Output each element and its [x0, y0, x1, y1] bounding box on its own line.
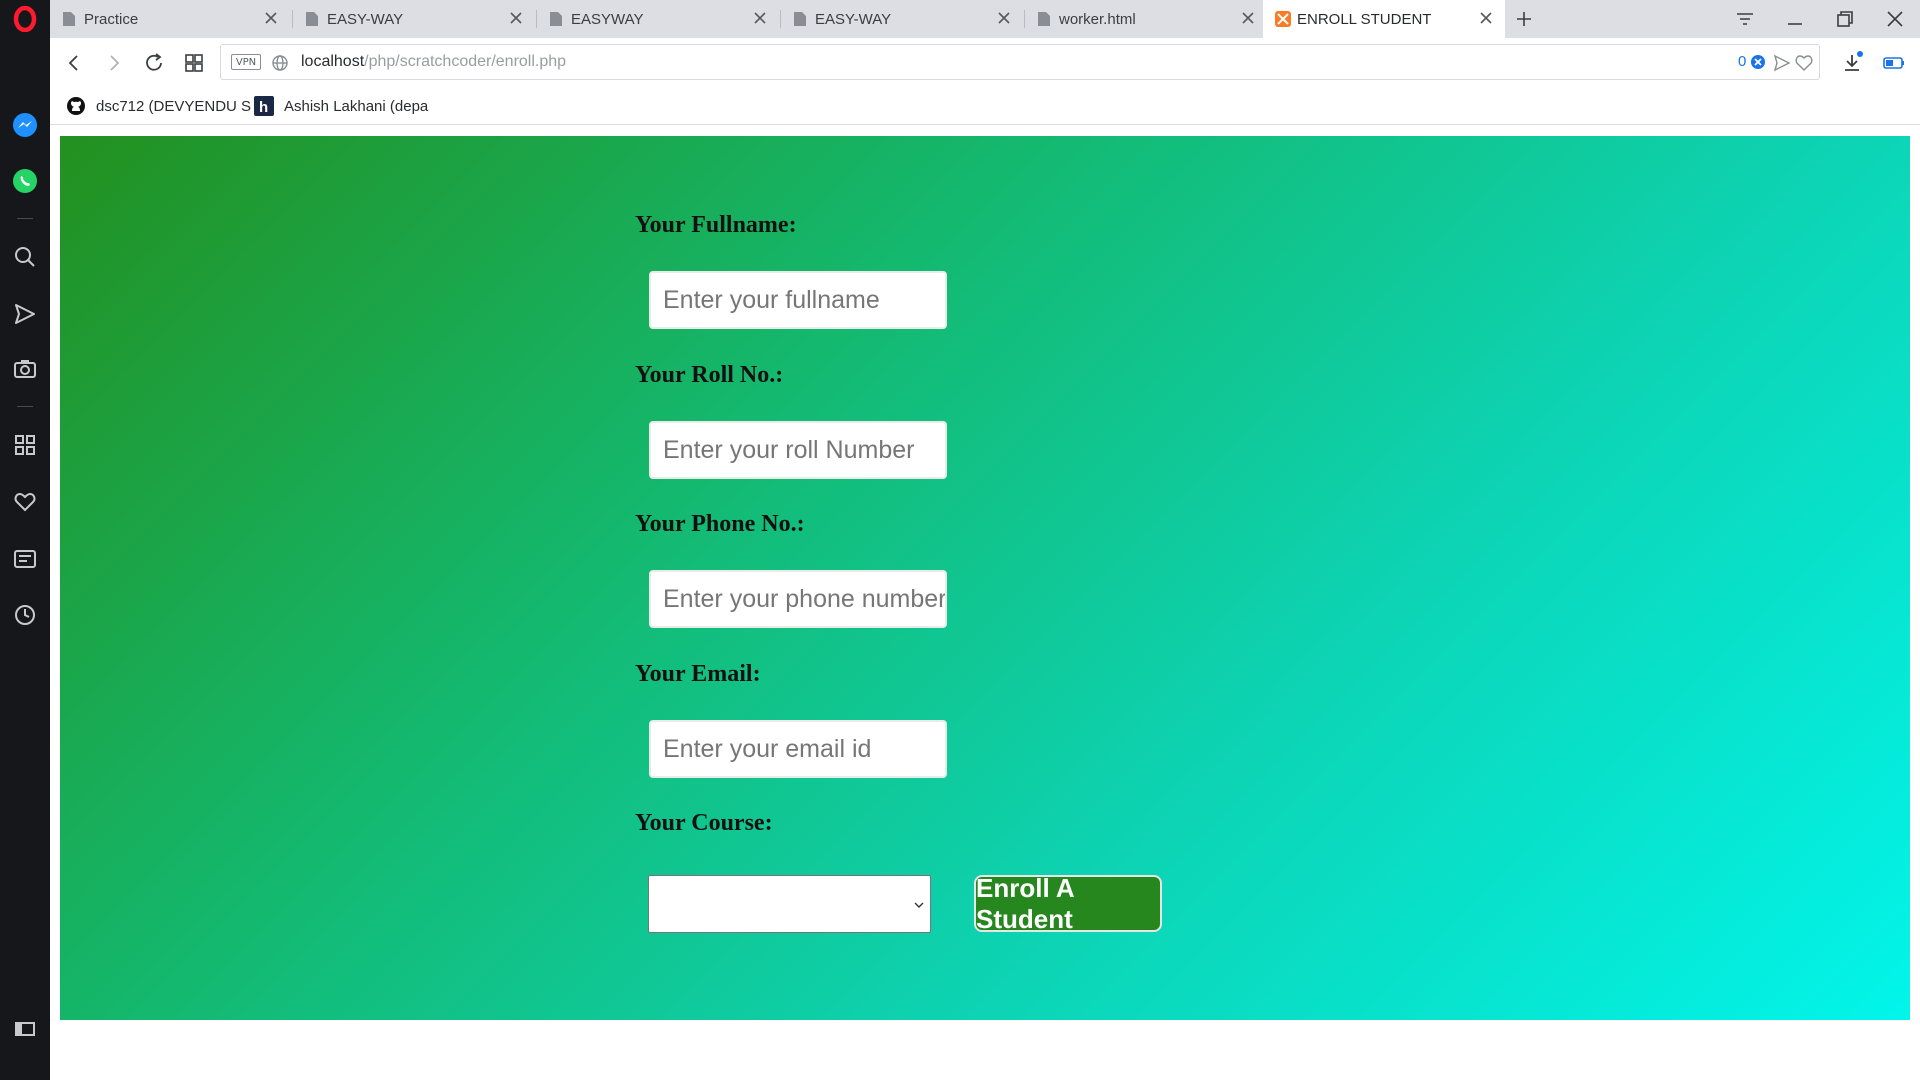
tab-title: EASYWAY	[571, 10, 644, 28]
roll-number-input[interactable]	[649, 421, 947, 479]
tab-title: Practice	[84, 10, 139, 28]
fullname-label: Your Fullname:	[635, 212, 797, 238]
bookmark-hashnode[interactable]: h Ashish Lakhani (depa	[254, 94, 428, 118]
phone-input[interactable]	[649, 570, 947, 628]
tab-menu-icon[interactable]	[1734, 8, 1756, 30]
tab-enroll-student[interactable]: ENROLL STUDENT	[1263, 0, 1505, 38]
tab-title: ENROLL STUDENT	[1297, 10, 1432, 28]
tab-title: EASY-WAY	[815, 10, 892, 28]
back-icon[interactable]	[62, 51, 86, 75]
document-icon	[793, 11, 807, 27]
chevron-down-icon	[912, 898, 926, 912]
bookmark-github[interactable]: dsc712 (DEVYENDU S	[66, 94, 251, 118]
bookmark-heart-icon[interactable]	[1795, 54, 1813, 77]
url-path: /php/scratchcoder/enroll.php	[364, 53, 567, 70]
vpn-badge[interactable]: VPN	[231, 54, 261, 70]
sidebar-toggle-icon[interactable]	[12, 1016, 38, 1042]
close-tab-icon[interactable]	[751, 9, 769, 27]
close-tab-icon[interactable]	[262, 9, 280, 27]
svg-text:h: h	[259, 99, 268, 116]
tab-strip: Practice EASY-WAY EASYWAY EASY-WAY worke…	[50, 0, 1920, 38]
search-icon[interactable]	[12, 244, 38, 270]
hashnode-icon: h	[254, 96, 274, 116]
close-tab-icon[interactable]	[995, 9, 1013, 27]
minimize-icon[interactable]	[1784, 8, 1806, 30]
close-tab-icon[interactable]	[1239, 9, 1257, 27]
document-icon	[62, 11, 76, 27]
enroll-student-button[interactable]: Enroll A Student	[974, 873, 1162, 934]
news-icon[interactable]	[12, 546, 38, 572]
document-icon	[549, 11, 563, 27]
bookmark-label: dsc712 (DEVYENDU S	[96, 97, 252, 115]
tabs-grid-icon[interactable]	[182, 51, 206, 75]
speed-dial-icon[interactable]	[12, 432, 38, 458]
close-tab-icon[interactable]	[1477, 9, 1495, 27]
github-icon	[66, 96, 86, 116]
send-page-icon[interactable]	[1773, 54, 1791, 77]
camera-icon[interactable]	[12, 356, 38, 382]
tab-easy-way-1[interactable]: EASY-WAY	[293, 0, 535, 38]
close-window-icon[interactable]	[1884, 8, 1906, 30]
history-clock-icon[interactable]	[12, 602, 38, 628]
tab-title: worker.html	[1059, 10, 1136, 28]
tab-title: EASY-WAY	[327, 10, 404, 28]
course-select[interactable]	[648, 875, 931, 933]
address-bar[interactable]: VPN localhost/php/scratchcoder/enroll.ph…	[220, 44, 1820, 80]
battery-saver-icon[interactable]	[1882, 51, 1906, 75]
new-tab-icon[interactable]	[1513, 8, 1535, 30]
bookmarks-bar: dsc712 (DEVYENDU S h Ashish Lakhani (dep…	[50, 88, 1920, 125]
tab-easy-way-2[interactable]: EASY-WAY	[781, 0, 1023, 38]
bookmark-label: Ashish Lakhani (depa	[284, 97, 429, 115]
navigation-bar: VPN localhost/php/scratchcoder/enroll.ph…	[50, 38, 1920, 88]
heart-icon[interactable]	[12, 489, 38, 515]
tab-worker-html[interactable]: worker.html	[1025, 0, 1267, 38]
sidebar-separator	[17, 406, 33, 407]
document-icon	[1037, 11, 1051, 27]
send-icon[interactable]	[12, 301, 38, 327]
blocker-icon	[1751, 54, 1766, 69]
tab-practice[interactable]: Practice	[50, 0, 290, 38]
globe-icon	[271, 54, 289, 77]
url-text[interactable]: localhost/php/scratchcoder/enroll.php	[301, 53, 566, 71]
close-tab-icon[interactable]	[507, 9, 525, 27]
opera-logo-icon[interactable]	[12, 6, 38, 32]
xampp-icon	[1275, 11, 1291, 27]
email-label: Your Email:	[635, 661, 761, 687]
restore-icon[interactable]	[1834, 8, 1856, 30]
enroll-form-page: Your Fullname: Your Roll No.: Your Phone…	[60, 136, 1910, 1020]
download-icon[interactable]	[1840, 51, 1864, 75]
whatsapp-icon[interactable]	[12, 168, 38, 194]
tracker-count: 0	[1738, 53, 1747, 70]
roll-number-label: Your Roll No.:	[635, 362, 784, 388]
phone-label: Your Phone No.:	[635, 511, 805, 537]
sidebar-separator	[17, 218, 33, 219]
fullname-input[interactable]	[649, 271, 947, 329]
email-input[interactable]	[649, 720, 947, 778]
forward-icon[interactable]	[102, 51, 126, 75]
document-icon	[305, 11, 319, 27]
tab-easyway[interactable]: EASYWAY	[537, 0, 779, 38]
messenger-icon[interactable]	[12, 112, 38, 138]
tracker-blocker[interactable]: 0	[1738, 53, 1766, 70]
reload-icon[interactable]	[142, 51, 166, 75]
course-label: Your Course:	[635, 810, 773, 836]
url-host: localhost	[301, 53, 365, 70]
opera-sidebar	[0, 0, 50, 1080]
